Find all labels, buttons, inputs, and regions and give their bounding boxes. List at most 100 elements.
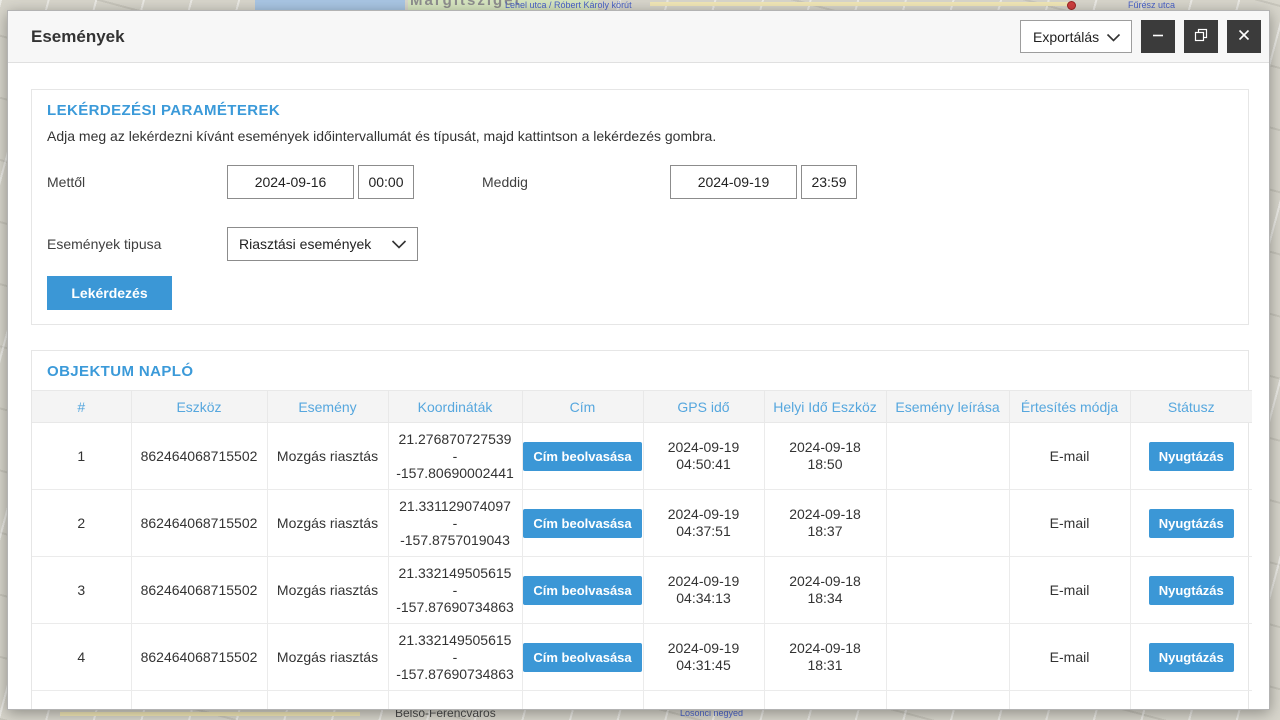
acknowledge-button[interactable]: Nyugtázás [1149, 576, 1234, 605]
local-time: 18:34 [765, 590, 886, 607]
cell-status: Nyugtázás [1130, 557, 1252, 624]
col-header-event: Esemény [267, 391, 388, 423]
coord-separator: - [389, 649, 522, 666]
col-header-coordinates: Koordináták [388, 391, 522, 423]
cell-description [886, 423, 1009, 490]
local-date: 2024-09-18 [765, 573, 886, 590]
cell-local-time: 2024-09-18 18:37 [764, 490, 886, 557]
query-instruction: Adja meg az lekérdezni kívánt események … [47, 128, 1233, 144]
cell-num: 4 [32, 624, 131, 691]
export-dropdown[interactable]: Exportálás [1020, 20, 1132, 53]
table-row: 3 862464068715502 Mozgás riasztás 21.332… [32, 557, 1252, 624]
cell-num: 2 [32, 490, 131, 557]
local-date: 2024-09-18 [765, 439, 886, 456]
col-header-status: Státusz [1130, 391, 1252, 423]
col-header-gps-time: GPS idő [643, 391, 764, 423]
col-header-address: Cím [522, 391, 643, 423]
coord-separator: - [389, 582, 522, 599]
cell-notification: E-mail [1009, 624, 1130, 691]
cell-event: Mozgás riasztás [267, 490, 388, 557]
local-time: 18:50 [765, 456, 886, 473]
cell-event: Mozgás riasztás [267, 557, 388, 624]
dialog-body: LEKÉRDEZÉSI PARAMÉTEREK Adja meg az leké… [8, 63, 1269, 710]
cell-address: Cím beolvasása [522, 490, 643, 557]
read-address-button[interactable]: Cím beolvasása [523, 576, 641, 605]
query-parameters-heading: LEKÉRDEZÉSI PARAMÉTEREK [47, 102, 1233, 119]
coord-separator: - [389, 448, 522, 465]
cell-coordinates: 21.276870727539 - -157.80690002441 [388, 423, 522, 490]
cell-description [886, 490, 1009, 557]
from-time-input[interactable] [358, 165, 414, 199]
gps-time: 04:31:45 [644, 657, 764, 674]
cell-notification: E-mail [1009, 557, 1130, 624]
map-label-lehel-utca: Lehel utca / Róbert Károly körút [505, 0, 632, 10]
col-header-description: Esemény leírása [886, 391, 1009, 423]
gps-time: 04:34:13 [644, 590, 764, 607]
cell-notification: E-mail [1009, 490, 1130, 557]
events-dialog: Események Exportálás [7, 10, 1270, 710]
object-log-panel: OBJEKTUM NAPLÓ # Eszköz Esemény Koordiná… [31, 350, 1249, 710]
longitude: -157.87690734863 [389, 666, 522, 683]
cell-address: Cím beolvasása [522, 423, 643, 490]
longitude: -157.80690002441 [389, 465, 522, 482]
latitude: 21.332149505615 [389, 632, 522, 649]
gps-time: 04:50:41 [644, 456, 764, 473]
local-time: 18:31 [765, 657, 886, 674]
cell-device: 862464068715502 [131, 490, 267, 557]
date-range-row: Mettől Meddig [47, 165, 1233, 199]
cell-device: 862464068715502 [131, 423, 267, 490]
gps-date: 2024-09-19 [644, 640, 764, 657]
local-date: 2024-09-18 [765, 640, 886, 657]
to-time-input[interactable] [801, 165, 857, 199]
cell-event: Mozgás riasztás [267, 624, 388, 691]
event-type-row: Események tipusa Riasztási események [47, 227, 1233, 261]
minimize-button[interactable] [1141, 20, 1175, 53]
query-submit-button[interactable]: Lekérdezés [47, 276, 172, 310]
close-button[interactable] [1227, 20, 1261, 53]
cell-notification: E-mail [1009, 423, 1130, 490]
longitude: -157.87690734863 [389, 599, 522, 616]
cell-description [886, 557, 1009, 624]
event-type-select[interactable]: Riasztási események [227, 227, 418, 261]
object-log-heading: OBJEKTUM NAPLÓ [32, 351, 1248, 380]
gps-date: 2024-09-19 [644, 573, 764, 590]
chevron-down-icon [1106, 29, 1121, 45]
map-metro-icon [1067, 1, 1076, 10]
latitude: 21.332149505615 [389, 565, 522, 582]
local-time: 18:37 [765, 523, 886, 540]
cell-gps-time: 2024-09-19 04:50:41 [643, 423, 764, 490]
table-row: 4 862464068715502 Mozgás riasztás 21.332… [32, 624, 1252, 691]
from-date-input[interactable] [227, 165, 354, 199]
local-date: 2024-09-18 [765, 506, 886, 523]
longitude: -157.8757019043 [389, 532, 522, 549]
map-label-furesz-utca: Fűrész utca [1128, 0, 1175, 10]
cell-device: 862464068715502 [131, 624, 267, 691]
read-address-button[interactable]: Cím beolvasása [523, 442, 641, 471]
acknowledge-button[interactable]: Nyugtázás [1149, 442, 1234, 471]
chevron-down-icon [391, 236, 407, 252]
acknowledge-button[interactable]: Nyugtázás [1149, 509, 1234, 538]
col-header-num: # [32, 391, 131, 423]
coord-separator: - [389, 515, 522, 532]
restore-icon [1194, 28, 1208, 45]
cell-coordinates: 21.331129074097 - -157.8757019043 [388, 490, 522, 557]
map-road [650, 2, 1070, 6]
acknowledge-button[interactable]: Nyugtázás [1149, 643, 1234, 672]
table-row-partial [32, 691, 1252, 711]
restore-button[interactable] [1184, 20, 1218, 53]
cell-status: Nyugtázás [1130, 490, 1252, 557]
read-address-button[interactable]: Cím beolvasása [523, 509, 641, 538]
minimize-icon [1151, 28, 1165, 45]
to-date-input[interactable] [670, 165, 797, 199]
map-road-bottom [60, 712, 360, 716]
from-label: Mettől [47, 174, 227, 190]
query-parameters-panel: LEKÉRDEZÉSI PARAMÉTEREK Adja meg az leké… [31, 89, 1249, 325]
event-type-label: Események tipusa [47, 236, 227, 252]
event-type-value: Riasztási események [239, 236, 371, 252]
cell-device: 862464068715502 [131, 557, 267, 624]
cell-gps-time: 2024-09-19 04:31:45 [643, 624, 764, 691]
gps-time: 04:37:51 [644, 523, 764, 540]
table-row: 1 862464068715502 Mozgás riasztás 21.276… [32, 423, 1252, 490]
read-address-button[interactable]: Cím beolvasása [523, 643, 641, 672]
cell-num: 1 [32, 423, 131, 490]
